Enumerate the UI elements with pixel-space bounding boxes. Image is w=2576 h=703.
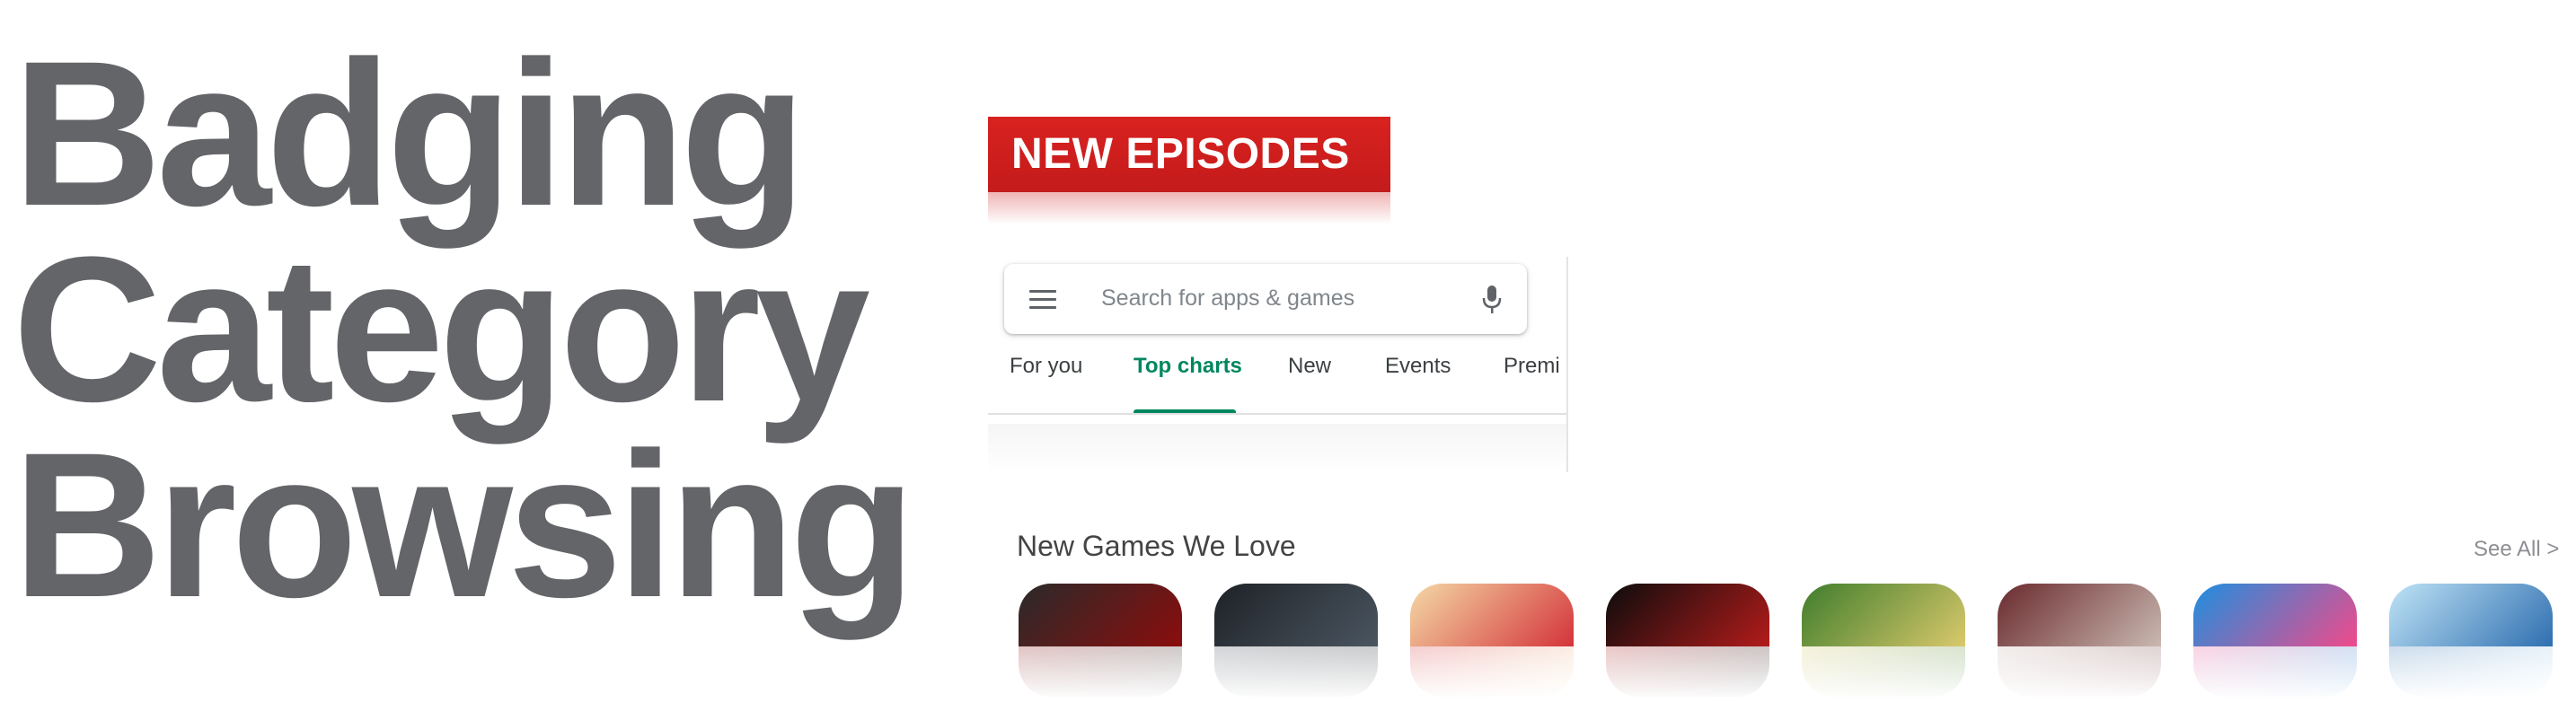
tab-new[interactable]: New [1288, 354, 1331, 379]
tab-top-charts[interactable]: Top charts [1134, 354, 1242, 379]
page-title: Badging Category Browsing [13, 18, 916, 640]
title-line: Browsing [13, 409, 916, 640]
section-title: New Games We Love [1017, 530, 1296, 562]
search-input[interactable]: Search for apps & games [1101, 286, 1354, 312]
game-icon-2[interactable] [1214, 584, 1378, 646]
reflection-fade [2193, 646, 2357, 700]
game-icon-5[interactable] [1802, 584, 1965, 646]
title-line: Category [13, 214, 870, 444]
panel-edge [1566, 257, 1568, 472]
game-icon-row [1019, 584, 2576, 703]
game-icon-8[interactable] [2389, 584, 2553, 646]
game-icon-4[interactable] [1606, 584, 1769, 646]
hamburger-menu-icon[interactable] [1029, 290, 1056, 310]
see-all-link[interactable]: See All > [2474, 537, 2559, 562]
reflection-fade [1606, 646, 1769, 700]
new-episodes-badge: NEW EPISODES [988, 117, 1390, 192]
tab-bar: For you Top charts New Events Premi [988, 354, 1568, 411]
reflection-fade [1019, 646, 1182, 700]
reflection-fade [2389, 646, 2553, 700]
title-line: Badging [13, 18, 807, 249]
tab-events[interactable]: Events [1385, 354, 1451, 379]
search-bar[interactable]: Search for apps & games [1004, 264, 1527, 334]
game-icon-7[interactable] [2193, 584, 2357, 646]
tab-reflection [988, 424, 1568, 472]
reflection-fade [1410, 646, 1574, 700]
microphone-icon[interactable] [1482, 284, 1502, 316]
reflection-fade [1998, 646, 2161, 700]
tab-for-you[interactable]: For you [1010, 354, 1082, 379]
game-icon-6[interactable] [1998, 584, 2161, 646]
reflection-fade [1802, 646, 1965, 700]
game-icon-1[interactable] [1019, 584, 1182, 646]
reflection-fade [1214, 646, 1378, 700]
tab-divider [988, 413, 1568, 415]
game-icon-3[interactable] [1410, 584, 1574, 646]
play-store-header: Search for apps & games For you Top char… [988, 257, 1568, 472]
tab-premium[interactable]: Premi [1504, 354, 1560, 379]
badge-reflection [988, 192, 1390, 224]
